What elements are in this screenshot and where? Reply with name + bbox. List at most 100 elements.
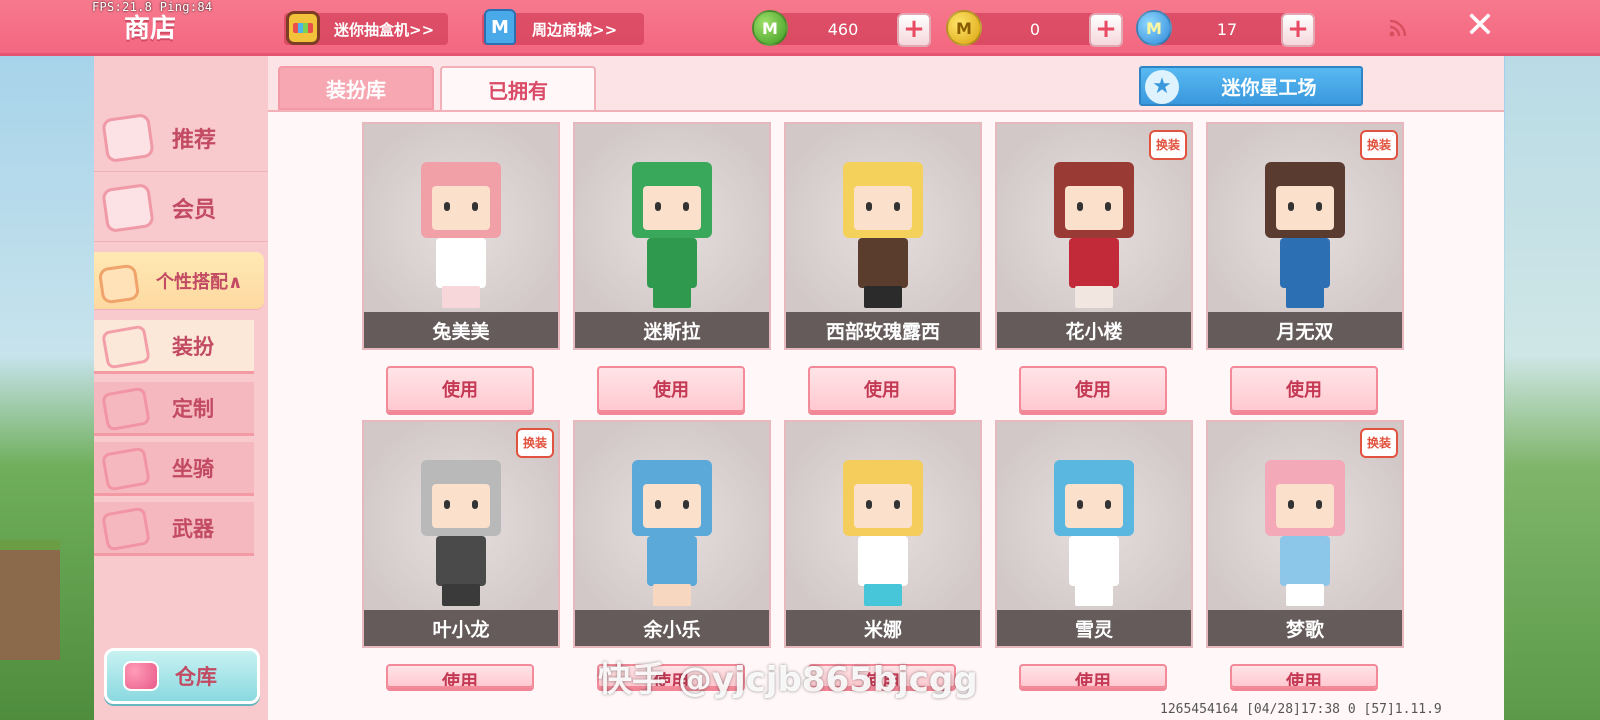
sidebar-subitem-label: 定制 bbox=[172, 396, 214, 421]
sidebar-item-recommend[interactable]: 推荐 bbox=[94, 104, 268, 172]
gacha-machine-label: 迷你抽盒机>> bbox=[334, 20, 435, 39]
character-legs bbox=[1286, 286, 1324, 308]
character-face bbox=[854, 186, 912, 230]
shirt-icon bbox=[101, 324, 151, 370]
merch-mall-link[interactable]: M 周边商城>> bbox=[482, 9, 644, 45]
use-button[interactable]: 使用 bbox=[597, 366, 745, 412]
outfit-name: 月无双 bbox=[1208, 312, 1402, 348]
character-figure bbox=[1039, 142, 1149, 312]
character-face bbox=[432, 484, 490, 528]
mount-icon bbox=[101, 446, 151, 492]
sidebar-subitem-outfit[interactable]: 装扮 bbox=[94, 320, 254, 374]
character-legs bbox=[864, 286, 902, 308]
character-face bbox=[432, 186, 490, 230]
character-body bbox=[858, 238, 908, 288]
character-face bbox=[854, 484, 912, 528]
character-eye bbox=[472, 500, 478, 509]
character-legs bbox=[442, 286, 480, 308]
sidebar-subitem-mount[interactable]: 坐骑 bbox=[94, 442, 254, 496]
add-gold-currency-button[interactable]: + bbox=[1089, 13, 1123, 47]
character-eye bbox=[472, 202, 478, 211]
page-title: 商店 bbox=[124, 14, 177, 44]
character-eye bbox=[655, 500, 661, 509]
mini-workshop-button[interactable]: ★ 迷你星工场 bbox=[1139, 66, 1363, 106]
blue-mini-coin-icon: M bbox=[1136, 10, 1172, 46]
thumbs-up-icon bbox=[101, 112, 155, 164]
character-face bbox=[1276, 484, 1334, 528]
outfit-name: 雪灵 bbox=[997, 610, 1191, 646]
character-body bbox=[1280, 536, 1330, 586]
sidebar-item-vip[interactable]: 会员 bbox=[94, 174, 268, 242]
character-face bbox=[1276, 186, 1334, 230]
character-figure bbox=[617, 142, 727, 312]
sidebar-subitem-weapon[interactable]: 武器 bbox=[94, 502, 254, 556]
character-legs bbox=[653, 584, 691, 606]
use-button[interactable]: 使用 bbox=[1230, 664, 1378, 688]
character-figure bbox=[1250, 142, 1360, 312]
use-button[interactable]: 使用 bbox=[386, 664, 534, 688]
outfit-card[interactable]: 西部玫瑰露西 bbox=[784, 122, 982, 350]
sidebar-item-label: 推荐 bbox=[172, 127, 217, 153]
signal-icon bbox=[1389, 19, 1407, 37]
character-eye bbox=[1105, 500, 1111, 509]
outfit-card[interactable]: 雪灵 bbox=[995, 420, 1193, 648]
outfit-name: 叶小龙 bbox=[364, 610, 558, 646]
character-eye bbox=[444, 202, 450, 211]
outfit-name: 花小楼 bbox=[997, 312, 1191, 348]
character-eye bbox=[866, 202, 872, 211]
outfit-grid: 兔美美 使用 迷斯拉 使用 西部玫瑰露西 使用 换装 花小楼 使用 换装 月无双 使用 换装 叶小龙 使用余… bbox=[268, 110, 1504, 720]
character-legs bbox=[1075, 584, 1113, 606]
gacha-machine-link[interactable]: 迷你抽盒机>> bbox=[284, 11, 448, 45]
sidebar-item-label: 会员 bbox=[172, 197, 217, 223]
add-green-currency-button[interactable]: + bbox=[897, 13, 931, 47]
character-legs bbox=[864, 584, 902, 606]
outfit-card[interactable]: 换装花小楼 bbox=[995, 122, 1193, 350]
character-body bbox=[436, 238, 486, 288]
sidebar-item-personal-style[interactable]: 个性搭配∧ bbox=[94, 252, 264, 310]
tab-outfit-library[interactable]: 装扮库 bbox=[278, 66, 434, 110]
character-figure bbox=[617, 440, 727, 610]
use-button[interactable]: 使用 bbox=[1230, 366, 1378, 412]
outfit-card[interactable]: 换装 月无双 bbox=[1206, 122, 1404, 350]
character-figure bbox=[1250, 440, 1360, 610]
outfit-card[interactable]: 迷斯拉 bbox=[573, 122, 771, 350]
outfit-card[interactable]: 米娜 bbox=[784, 420, 982, 648]
use-button[interactable]: 使用 bbox=[386, 366, 534, 412]
outfit-card[interactable]: 换装 梦歌 bbox=[1206, 420, 1404, 648]
warehouse-icon bbox=[123, 661, 159, 691]
character-legs bbox=[442, 584, 480, 606]
character-figure bbox=[828, 142, 938, 312]
swap-outfit-badge: 换装 bbox=[1149, 130, 1187, 160]
tab-owned[interactable]: 已拥有 bbox=[440, 66, 596, 110]
outfit-card[interactable]: 换装叶小龙 bbox=[362, 420, 560, 648]
background-scene-right bbox=[1505, 56, 1600, 720]
character-eye bbox=[894, 500, 900, 509]
swap-outfit-badge: 换装 bbox=[516, 428, 554, 458]
character-eye bbox=[894, 202, 900, 211]
sidebar-item-label: 个性搭配∧ bbox=[156, 271, 243, 293]
character-eye bbox=[866, 500, 872, 509]
main-panel: 装扮库 已拥有 ★ 迷你星工场 兔美美 使用 迷斯拉 使用 西部玫瑰露西 使用 换装 花小楼使… bbox=[268, 56, 1504, 720]
character-face bbox=[1065, 186, 1123, 230]
character-eye bbox=[1288, 202, 1294, 211]
sidebar-subitem-label: 武器 bbox=[172, 516, 214, 541]
add-blue-currency-button[interactable]: + bbox=[1281, 13, 1315, 47]
use-button[interactable]: 使用 bbox=[1019, 366, 1167, 412]
character-eye bbox=[655, 202, 661, 211]
top-bar: FPS:21.8 Ping:84 商店 迷你抽盒机>> M 周边商城>> 460… bbox=[0, 0, 1600, 56]
warehouse-button[interactable]: 仓库 bbox=[104, 648, 260, 704]
outfit-name: 迷斯拉 bbox=[575, 312, 769, 348]
character-eye bbox=[1077, 500, 1083, 509]
character-body bbox=[1069, 238, 1119, 288]
character-face bbox=[643, 186, 701, 230]
outfit-card[interactable]: 余小乐 bbox=[573, 420, 771, 648]
character-body bbox=[647, 238, 697, 288]
sidebar-subitem-custom[interactable]: 定制 bbox=[94, 382, 254, 436]
warehouse-label: 仓库 bbox=[175, 665, 217, 689]
use-button[interactable]: 使用 bbox=[808, 366, 956, 412]
use-button[interactable]: 使用 bbox=[1019, 664, 1167, 688]
close-button[interactable]: ✕ bbox=[1461, 6, 1499, 48]
outfit-card[interactable]: 兔美美 bbox=[362, 122, 560, 350]
gold-mini-coin-icon: M bbox=[946, 10, 982, 46]
category-sidebar: 推荐 会员 个性搭配∧ 装扮 定制 坐骑 武器 仓库 bbox=[94, 56, 268, 720]
